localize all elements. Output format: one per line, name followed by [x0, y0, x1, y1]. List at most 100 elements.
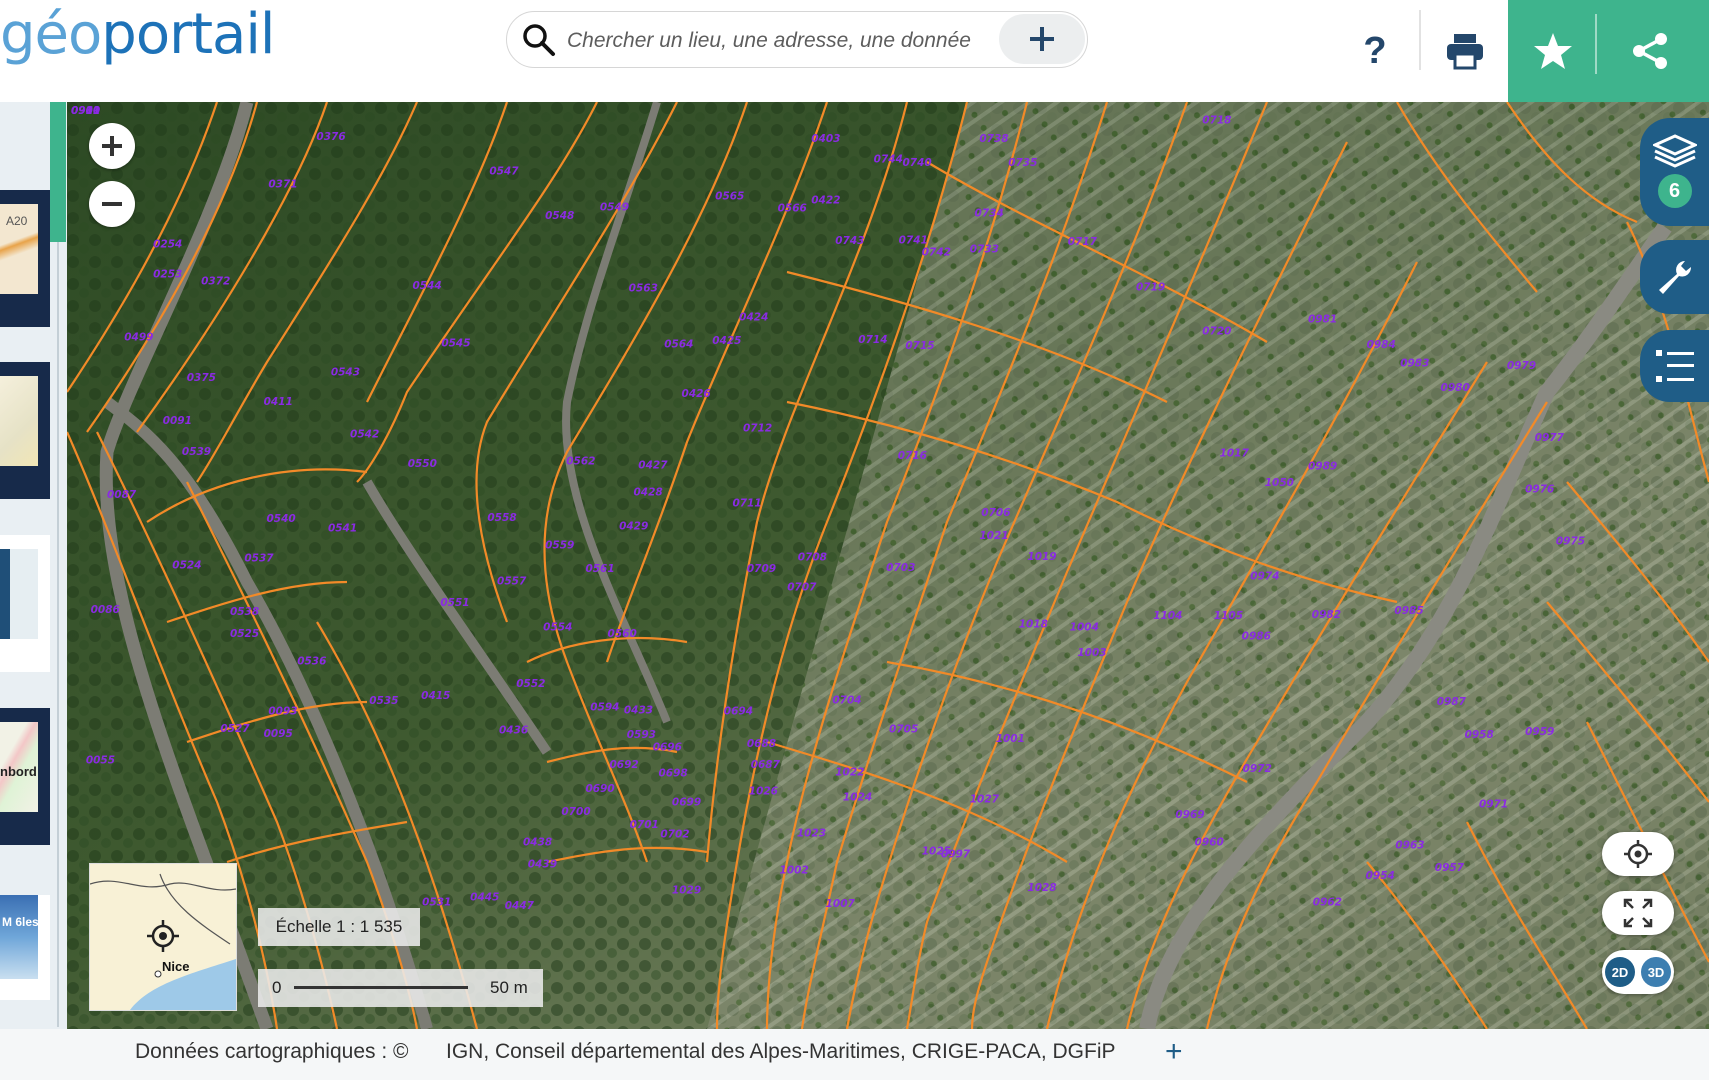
star-icon [1534, 33, 1572, 69]
parcel-label: 1017 [1220, 448, 1250, 460]
wrench-icon [1658, 261, 1691, 294]
parcel-label: 0548 [545, 210, 574, 222]
layer-thumb-topo[interactable]: M 6les [0, 895, 50, 1000]
layers-manager-button[interactable]: 6 [1640, 118, 1709, 226]
parcel-label: 0415 [421, 690, 450, 702]
search-icon[interactable] [521, 22, 557, 58]
geoportail-logo[interactable]: géoportail [0, 2, 276, 67]
parcel-label: 0719 [1136, 282, 1165, 294]
layer-thumb-roads[interactable]: A20 [0, 190, 50, 327]
parcel-label: 1004 [1070, 621, 1099, 633]
parcel-label: 0958 [1465, 729, 1494, 741]
parcel-label: 0706 [981, 507, 1010, 519]
layer-thumb-scan[interactable]: nbord [0, 708, 50, 845]
tools-button[interactable] [1640, 240, 1709, 314]
parcel-label: 0744 [874, 153, 903, 165]
parcel-label: 0688 [747, 738, 776, 750]
parcel-label: 0711 [732, 497, 761, 509]
search-input[interactable] [565, 22, 989, 60]
parcel-label: 0540 [266, 513, 295, 525]
minimap-canvas [90, 873, 236, 1010]
parcel-label: 0977 [1535, 432, 1565, 444]
parcel-label: 0694 [724, 706, 753, 718]
parcel-label: 1105 [1214, 610, 1243, 622]
parcel-label: 0095 [264, 728, 293, 740]
parcel-label: 0974 [1250, 571, 1279, 583]
parcel-label: 1001 [996, 733, 1025, 745]
parcel-label: 0962 [1313, 896, 1342, 908]
zoom-out-button[interactable] [89, 181, 135, 227]
parcel-label: 1027 [970, 793, 1000, 805]
scale-line [294, 986, 468, 989]
parcel-label: 0716 [898, 450, 927, 462]
parcel-label: 0376 [316, 131, 345, 143]
parcel-label: 0717 [1068, 236, 1098, 248]
parcel-label: 0982 [1312, 609, 1341, 621]
parcel-label: 0960 [1195, 836, 1224, 848]
thumb-image [0, 895, 38, 979]
parcel-label: 0438 [523, 836, 552, 848]
map-canvas[interactable]: 0376 0371 0254 0253 0372 0499 0375 0091 0539 0087… [67, 102, 1709, 1029]
layer-thumb-admin[interactable] [0, 535, 50, 672]
parcel-label: 0954 [1366, 870, 1395, 882]
mode-2d-button[interactable]: 2D [1605, 957, 1635, 987]
parcel-label: 0531 [422, 896, 451, 908]
advanced-search-button[interactable] [999, 14, 1085, 64]
scale-start: 0 [272, 978, 282, 997]
crosshair-icon [147, 920, 179, 952]
zoom-in-button[interactable] [89, 123, 135, 169]
parcel-label: 0538 [230, 606, 259, 618]
parcel-label: 0989 [1308, 460, 1337, 472]
parcel-label: 0424 [739, 312, 768, 324]
layers-count-badge: 6 [1657, 174, 1692, 208]
parcel-label: 0701 [630, 819, 659, 831]
attribution-more-button[interactable]: + [1165, 1035, 1183, 1069]
parcel-label: 0525 [230, 628, 259, 640]
fullscreen-icon [1623, 898, 1653, 928]
parcel-label: 0425 [712, 335, 741, 347]
parcel-label: 0563 [629, 282, 658, 294]
mode-3d-button[interactable]: 3D [1641, 957, 1671, 987]
parcel-label: 0594 [590, 701, 619, 713]
parcel-label: 0690 [585, 783, 614, 795]
geolocate-button[interactable] [1602, 832, 1674, 876]
parcel-label: 0705 [889, 724, 918, 736]
parcel-label: 1028 [1027, 882, 1056, 894]
parcel-label: 0403 [811, 133, 840, 145]
layer-thumb-plan[interactable] [0, 362, 50, 499]
parcel-label: 0087 [107, 489, 137, 501]
print-button[interactable] [1430, 0, 1500, 102]
share-icon [1633, 33, 1667, 69]
help-icon: ? [1363, 29, 1387, 72]
view-mode-toggle: 2D 3D [1602, 950, 1674, 994]
parcel-label: 0565 [715, 190, 744, 202]
parcel-label: 0986 [1242, 631, 1271, 643]
scale-bar: 0 50 m [258, 969, 543, 1007]
parcel-label: 0535 [369, 695, 398, 707]
attribution-credits: IGN, Conseil départemental des Alpes-Mar… [446, 1040, 1116, 1063]
help-button[interactable]: ? [1340, 0, 1410, 102]
parcel-label: 0704 [832, 694, 861, 706]
fullscreen-button[interactable] [1602, 891, 1674, 935]
parcel-label: 0562 [566, 455, 595, 467]
parcel-label: 0708 [798, 552, 827, 564]
parcel-label: 0254 [153, 239, 182, 251]
thumb-label: nbord [0, 764, 37, 779]
parcel-label: 0091 [163, 415, 192, 427]
map-viewport[interactable]: 0376 0371 0254 0253 0372 0499 0375 0091 0539 0087… [67, 102, 1709, 1029]
legend-button[interactable] [1640, 330, 1709, 402]
parcel-label: 0429 [619, 521, 648, 533]
parcel-label: 0741 [899, 234, 928, 246]
parcel-label: 1019 [1027, 551, 1056, 563]
crosshair-icon [1624, 840, 1652, 868]
parcel-label: 0734 [975, 208, 1004, 220]
parcel-label: 0742 [922, 246, 951, 258]
parcel-label: 0427 [638, 460, 668, 472]
overview-minimap[interactable]: Nice [89, 863, 237, 1011]
share-button[interactable] [1600, 0, 1700, 102]
parcel-label: 0959 [1525, 726, 1554, 738]
parcel-label: 0428 [633, 486, 662, 498]
parcel-label: 1002 [780, 865, 809, 877]
favorites-button[interactable] [1508, 0, 1598, 102]
attribution-prefix: Données cartographiques : © [135, 1040, 409, 1063]
